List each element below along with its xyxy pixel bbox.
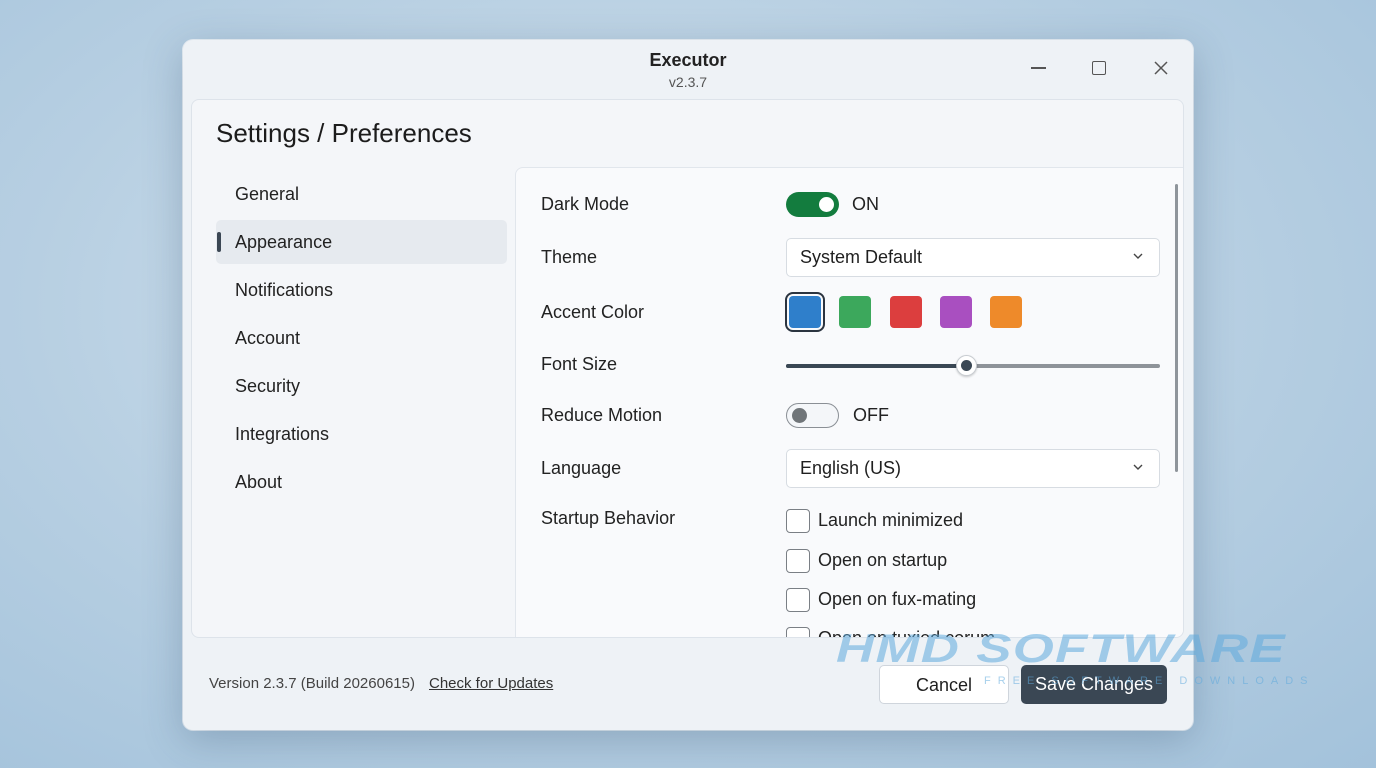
- nav-item-about[interactable]: About: [216, 460, 507, 504]
- theme-value: System Default: [800, 247, 923, 267]
- footer-bar: Version 2.3.7 (Build 20260615) Check for…: [183, 638, 1193, 730]
- checkbox-box[interactable]: [786, 549, 810, 573]
- check-updates-link[interactable]: Check for Updates: [429, 675, 553, 692]
- checkbox-box[interactable]: [786, 588, 810, 612]
- nav-item-account[interactable]: Account: [216, 316, 507, 360]
- close-icon: [1154, 61, 1168, 75]
- dark-mode-label: Dark Mode: [541, 194, 630, 214]
- maximize-button[interactable]: [1082, 54, 1116, 82]
- save-changes-button[interactable]: Save Changes: [1021, 665, 1167, 704]
- reduce-motion-state: OFF: [853, 405, 889, 425]
- startup-behavior-label: Startup Behavior: [541, 508, 676, 528]
- slider-fill: [786, 364, 966, 368]
- nav-item-general[interactable]: General: [216, 172, 507, 216]
- theme-select[interactable]: System Default: [786, 238, 1160, 277]
- accent-swatch-orange[interactable]: [990, 296, 1022, 328]
- close-button[interactable]: [1144, 54, 1178, 82]
- checkbox-label: Open on fux-mating: [818, 589, 977, 609]
- nav-item-appearance[interactable]: Appearance: [216, 220, 507, 264]
- checkbox-box[interactable]: [786, 627, 810, 637]
- page-title: Settings / Preferences: [216, 118, 472, 148]
- chevron-down-icon: [1133, 253, 1143, 259]
- toggle-knob: [819, 197, 834, 212]
- accent-swatch-green[interactable]: [839, 296, 871, 328]
- maximize-icon: [1092, 61, 1106, 75]
- cancel-button[interactable]: Cancel: [879, 665, 1009, 704]
- dark-mode-toggle[interactable]: [786, 192, 839, 217]
- minimize-button[interactable]: [1021, 54, 1055, 82]
- nav-item-security[interactable]: Security: [216, 364, 507, 408]
- app-window: Executor v2.3.7 Settings / Preferences G…: [183, 40, 1193, 730]
- nav-item-integrations[interactable]: Integrations: [216, 412, 507, 456]
- language-value: English (US): [800, 458, 902, 478]
- reduce-motion-toggle[interactable]: [786, 403, 839, 428]
- dark-mode-state: ON: [852, 194, 879, 214]
- reduce-motion-label: Reduce Motion: [541, 405, 663, 425]
- accent-color-label: Accent Color: [541, 302, 645, 322]
- font-size-label: Font Size: [541, 354, 618, 374]
- checkbox-label: Open on startup: [818, 550, 948, 570]
- theme-label: Theme: [541, 247, 598, 267]
- language-label: Language: [541, 458, 622, 478]
- title-bar: Executor v2.3.7: [183, 40, 1193, 98]
- appearance-content: Dark Mode ON Theme System Default Accent…: [515, 167, 1183, 638]
- accent-swatch-purple[interactable]: [940, 296, 972, 328]
- accent-swatch-red[interactable]: [890, 296, 922, 328]
- language-select[interactable]: English (US): [786, 449, 1160, 488]
- content-scrollbar[interactable]: [1175, 184, 1178, 472]
- settings-panel: Settings / Preferences General Appearanc…: [191, 99, 1184, 638]
- font-size-slider[interactable]: [786, 355, 1160, 376]
- chevron-down-icon: [1133, 464, 1143, 470]
- nav-item-notifications[interactable]: Notifications: [216, 268, 507, 312]
- minimize-icon: [1030, 67, 1046, 69]
- checkbox-label: Open on tuxied corum: [818, 628, 996, 638]
- version-text: Version 2.3.7 (Build 20260615): [209, 675, 415, 692]
- checkbox-label: Launch minimized: [818, 510, 964, 530]
- accent-swatch-blue[interactable]: [785, 292, 825, 332]
- toggle-knob: [792, 408, 807, 423]
- slider-thumb[interactable]: [955, 355, 977, 376]
- settings-nav: General Appearance Notifications Account…: [216, 172, 507, 508]
- checkbox-box[interactable]: [786, 509, 810, 533]
